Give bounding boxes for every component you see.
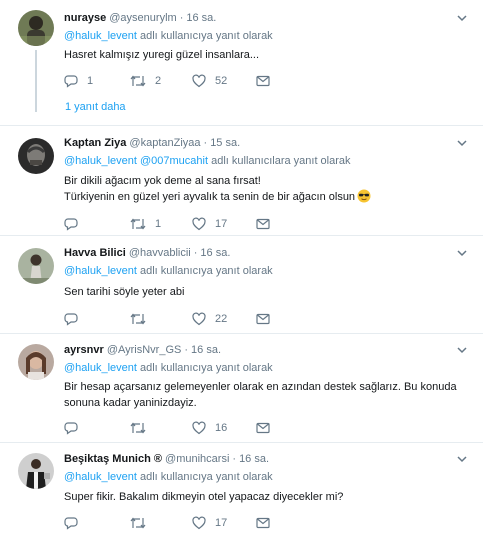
- sunglasses-emoji-icon: [357, 189, 371, 203]
- retweet-count: 2: [155, 75, 162, 87]
- reply-button[interactable]: [64, 515, 87, 531]
- author-handle[interactable]: @munihcarsi: [165, 453, 229, 465]
- tweet-text: Super fikir. Bakalım dikmeyin otel yapac…: [64, 491, 344, 503]
- timestamp[interactable]: 16 sa.: [239, 453, 269, 465]
- reply-icon: [64, 313, 78, 326]
- chevron-down-icon[interactable]: [456, 137, 468, 149]
- dm-button[interactable]: [256, 420, 270, 436]
- mention-link[interactable]: @haluk_levent: [64, 155, 137, 167]
- like-button[interactable]: 52: [192, 73, 227, 89]
- retweet-icon: [130, 218, 146, 230]
- timestamp[interactable]: 16 sa.: [200, 247, 230, 259]
- author-handle[interactable]: @aysenurylm: [109, 12, 176, 24]
- heart-icon: [192, 74, 206, 88]
- envelope-icon: [256, 313, 270, 325]
- heart-icon: [192, 421, 206, 435]
- heart-icon: [192, 217, 206, 231]
- tweet-text: Hasret kalmışız yuregi güzel insanlara..…: [64, 49, 260, 61]
- mention-link[interactable]: @haluk_levent: [64, 471, 137, 483]
- tweet-text: Bir dikili ağacım yok deme al sana fırsa…: [64, 173, 371, 205]
- heart-icon: [192, 516, 206, 530]
- like-count: 52: [215, 75, 228, 87]
- avatar[interactable]: [18, 138, 54, 174]
- avatar[interactable]: [18, 10, 54, 46]
- author-name[interactable]: Beşiktaş Munich ®: [64, 453, 162, 465]
- reply-context: @haluk_levent adlı kullanıcıya yanıt ola…: [64, 362, 273, 374]
- retweet-button[interactable]: [130, 311, 155, 327]
- dm-button[interactable]: [256, 216, 270, 232]
- like-button[interactable]: 17: [192, 216, 227, 232]
- reply-button[interactable]: [64, 216, 87, 232]
- tweet-kaptan-ziya[interactable]: Kaptan Ziya @kaptanZiyaa · 15 sa. @haluk_l…: [0, 126, 483, 234]
- dm-button[interactable]: [256, 73, 270, 89]
- dm-button[interactable]: [256, 515, 270, 531]
- avatar[interactable]: [18, 453, 54, 489]
- avatar[interactable]: [18, 248, 54, 284]
- like-button[interactable]: 22: [192, 311, 227, 327]
- like-count: 16: [215, 422, 228, 434]
- author-name[interactable]: Havva Bilici: [64, 247, 126, 259]
- like-button[interactable]: 16: [192, 420, 227, 436]
- author-name[interactable]: Kaptan Ziya: [64, 137, 126, 149]
- envelope-icon: [256, 218, 270, 230]
- retweet-icon: [130, 313, 146, 325]
- chevron-down-icon[interactable]: [456, 247, 468, 259]
- chevron-down-icon[interactable]: [456, 12, 468, 24]
- tweet-havva-bilici[interactable]: Havva Bilici @havvablicii · 16 sa. @haluk_…: [0, 236, 483, 332]
- reply-icon: [64, 517, 78, 530]
- envelope-icon: [256, 422, 270, 434]
- thread-line: [35, 50, 37, 112]
- reply-button[interactable]: 1: [64, 73, 93, 89]
- retweet-icon: [130, 75, 146, 87]
- author-name[interactable]: ayrsnvr: [64, 344, 104, 356]
- mention-link[interactable]: @haluk_levent: [64, 265, 137, 277]
- avatar[interactable]: [18, 344, 54, 380]
- tweet-nurayse[interactable]: nurayse @aysenurylm · 16 sa. @haluk_levent…: [0, 0, 483, 122]
- retweet-icon: [130, 422, 146, 434]
- reply-icon: [64, 422, 78, 435]
- author-name[interactable]: nurayse: [64, 12, 106, 24]
- reply-icon: [64, 75, 78, 88]
- reply-context: @haluk_levent @007mucahit adlı kullanıcı…: [64, 155, 351, 167]
- author-handle[interactable]: @kaptanZiyaa: [129, 137, 200, 149]
- reply-context: @haluk_levent adlı kullanıcıya yanıt ola…: [64, 30, 273, 42]
- retweet-button[interactable]: [130, 420, 155, 436]
- retweet-button[interactable]: 2: [130, 73, 161, 89]
- timestamp[interactable]: 16 sa.: [191, 344, 221, 356]
- author-handle[interactable]: @AyrisNvr_GS: [107, 344, 182, 356]
- reply-context: @haluk_levent adlı kullanıcıya yanıt ola…: [64, 265, 273, 277]
- envelope-icon: [256, 517, 270, 529]
- tweet-besiktas-munich[interactable]: Beşiktaş Munich ® @munihcarsi · 16 sa. @ha…: [0, 443, 483, 546]
- heart-icon: [192, 312, 206, 326]
- reply-count: 1: [87, 75, 94, 87]
- chevron-down-icon[interactable]: [456, 453, 468, 465]
- dm-button[interactable]: [256, 311, 270, 327]
- tweet-ayrsnvr[interactable]: ayrsnvr @AyrisNvr_GS · 16 sa. @haluk_leven…: [0, 334, 483, 442]
- tweet-text: Sen tarihi söyle yeter abi: [64, 286, 185, 298]
- envelope-icon: [256, 75, 270, 87]
- author-handle[interactable]: @havvablicii: [129, 247, 191, 259]
- timestamp[interactable]: 15 sa.: [210, 137, 240, 149]
- reply-context: @haluk_levent adlı kullanıcıya yanıt ola…: [64, 471, 273, 483]
- timestamp[interactable]: 16 sa.: [186, 12, 216, 24]
- mention-link[interactable]: @haluk_levent: [64, 30, 137, 42]
- retweet-count: 1: [155, 218, 162, 230]
- reply-icon: [64, 218, 78, 231]
- like-button[interactable]: 17: [192, 515, 227, 531]
- mention-link[interactable]: @haluk_levent: [64, 362, 137, 374]
- like-count: 17: [215, 517, 228, 529]
- show-more-replies-link[interactable]: 1 yanıt daha: [65, 101, 126, 113]
- like-count: 22: [215, 313, 228, 325]
- reply-button[interactable]: [64, 311, 87, 327]
- retweet-icon: [130, 517, 146, 529]
- like-count: 17: [215, 218, 228, 230]
- reply-button[interactable]: [64, 420, 87, 436]
- chevron-down-icon[interactable]: [456, 344, 468, 356]
- retweet-button[interactable]: 1: [130, 216, 161, 232]
- tweet-text: Bir hesap açarsanız gelemeyenler olarak …: [64, 381, 457, 409]
- mention-link[interactable]: @007mucahit: [140, 155, 208, 167]
- retweet-button[interactable]: [130, 515, 155, 531]
